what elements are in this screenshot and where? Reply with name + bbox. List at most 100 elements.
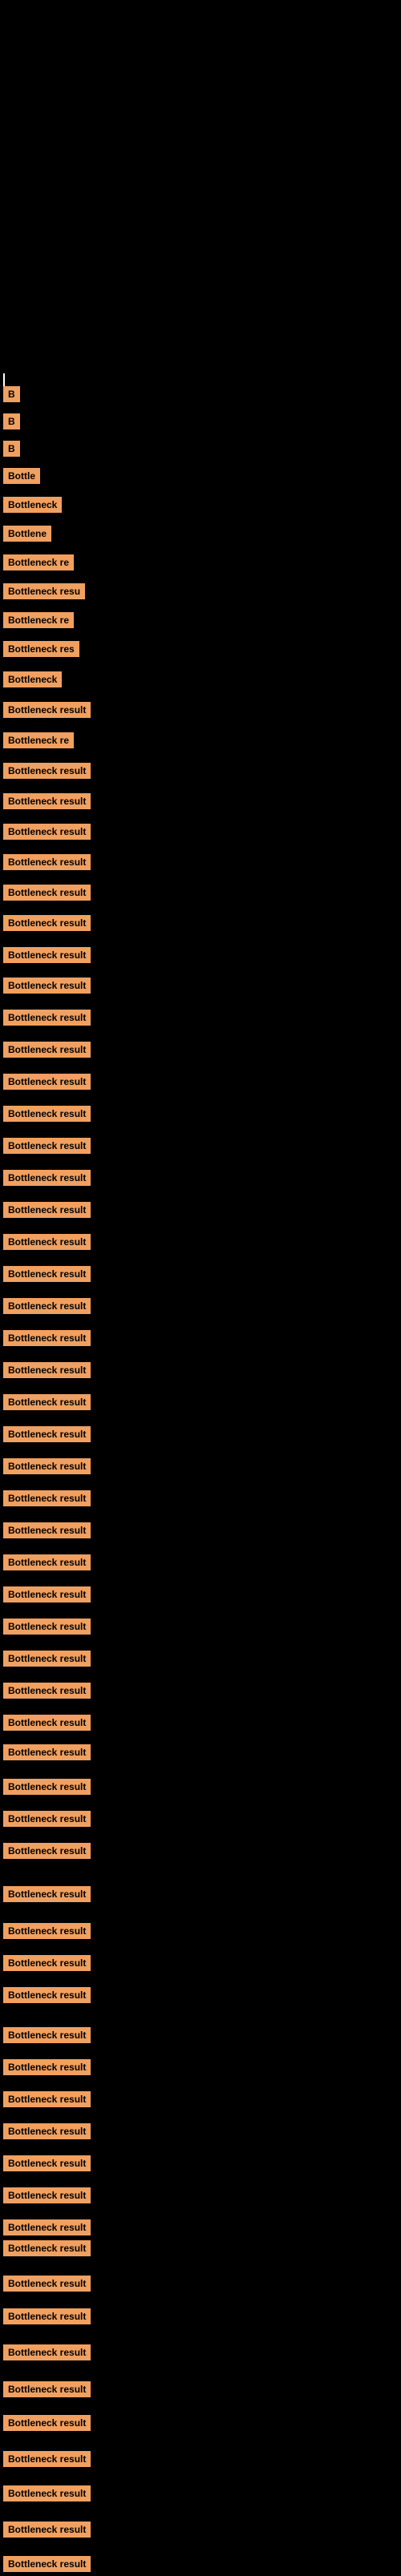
bottleneck-label-57[interactable]: Bottleneck result <box>3 2187 91 2203</box>
bottleneck-label-46[interactable]: Bottleneck result <box>3 1811 91 1827</box>
bottleneck-label-5[interactable]: Bottlene <box>3 526 51 542</box>
bottleneck-label-13[interactable]: Bottleneck result <box>3 763 91 779</box>
bottleneck-label-1[interactable]: B <box>3 413 20 429</box>
bottleneck-label-container-33: Bottleneck result <box>3 1394 91 1414</box>
bottleneck-label-37[interactable]: Bottleneck result <box>3 1522 91 1538</box>
bottleneck-label-container-26: Bottleneck result <box>3 1170 91 1190</box>
bottleneck-label-41[interactable]: Bottleneck result <box>3 1651 91 1667</box>
bottleneck-label-59[interactable]: Bottleneck result <box>3 2240 91 2256</box>
bottleneck-label-container-31: Bottleneck result <box>3 1330 91 1350</box>
bottleneck-label-container-2: B <box>3 441 20 461</box>
bottleneck-label-33[interactable]: Bottleneck result <box>3 1394 91 1410</box>
bottleneck-label-55[interactable]: Bottleneck result <box>3 2123 91 2139</box>
bottleneck-label-39[interactable]: Bottleneck result <box>3 1586 91 1602</box>
bottleneck-label-container-58: Bottleneck result <box>3 2219 91 2239</box>
bottleneck-label-container-19: Bottleneck result <box>3 947 91 967</box>
bottleneck-label-44[interactable]: Bottleneck result <box>3 1744 91 1760</box>
bottleneck-label-66[interactable]: Bottleneck result <box>3 2485 91 2501</box>
bottleneck-label-container-7: Bottleneck resu <box>3 583 85 603</box>
bottleneck-label-9[interactable]: Bottleneck res <box>3 641 79 657</box>
bottleneck-label-47[interactable]: Bottleneck result <box>3 1843 91 1859</box>
bottleneck-label-container-52: Bottleneck result <box>3 2027 91 2047</box>
bottleneck-label-32[interactable]: Bottleneck result <box>3 1362 91 1378</box>
bottleneck-label-34[interactable]: Bottleneck result <box>3 1426 91 1442</box>
bottleneck-label-27[interactable]: Bottleneck result <box>3 1202 91 1218</box>
bottleneck-label-68[interactable]: Bottleneck result <box>3 2556 91 2572</box>
bottleneck-label-53[interactable]: Bottleneck result <box>3 2059 91 2075</box>
bottleneck-label-container-18: Bottleneck result <box>3 915 91 935</box>
bottleneck-label-49[interactable]: Bottleneck result <box>3 1923 91 1939</box>
bottleneck-label-64[interactable]: Bottleneck result <box>3 2415 91 2431</box>
bottleneck-label-container-30: Bottleneck result <box>3 1298 91 1318</box>
bottleneck-label-container-0: B <box>3 386 20 406</box>
bottleneck-label-31[interactable]: Bottleneck result <box>3 1330 91 1346</box>
bottleneck-label-26[interactable]: Bottleneck result <box>3 1170 91 1186</box>
bottleneck-label-container-56: Bottleneck result <box>3 2155 91 2175</box>
bottleneck-label-container-64: Bottleneck result <box>3 2415 91 2435</box>
bottleneck-label-29[interactable]: Bottleneck result <box>3 1266 91 1282</box>
bottleneck-label-2[interactable]: B <box>3 441 20 457</box>
bottleneck-label-60[interactable]: Bottleneck result <box>3 2276 91 2292</box>
bottleneck-label-8[interactable]: Bottleneck re <box>3 612 74 628</box>
bottleneck-label-25[interactable]: Bottleneck result <box>3 1138 91 1154</box>
bottleneck-label-24[interactable]: Bottleneck result <box>3 1106 91 1122</box>
bottleneck-label-4[interactable]: Bottleneck <box>3 497 62 513</box>
bottleneck-label-container-10: Bottleneck <box>3 671 62 691</box>
bottleneck-label-10[interactable]: Bottleneck <box>3 671 62 687</box>
bottleneck-label-65[interactable]: Bottleneck result <box>3 2451 91 2467</box>
bottleneck-label-52[interactable]: Bottleneck result <box>3 2027 91 2043</box>
bottleneck-label-15[interactable]: Bottleneck result <box>3 824 91 840</box>
bottleneck-label-0[interactable]: B <box>3 386 20 402</box>
bottleneck-label-42[interactable]: Bottleneck result <box>3 1683 91 1699</box>
bottleneck-label-21[interactable]: Bottleneck result <box>3 1010 91 1026</box>
bottleneck-label-container-38: Bottleneck result <box>3 1554 91 1574</box>
bottleneck-label-container-14: Bottleneck result <box>3 793 91 813</box>
bottleneck-label-container-11: Bottleneck result <box>3 702 91 722</box>
bottleneck-label-12[interactable]: Bottleneck re <box>3 732 74 748</box>
bottleneck-label-14[interactable]: Bottleneck result <box>3 793 91 809</box>
bottleneck-label-container-43: Bottleneck result <box>3 1715 91 1735</box>
bottleneck-label-container-66: Bottleneck result <box>3 2485 91 2505</box>
bottleneck-label-container-29: Bottleneck result <box>3 1266 91 1286</box>
bottleneck-label-22[interactable]: Bottleneck result <box>3 1042 91 1058</box>
bottleneck-label-container-53: Bottleneck result <box>3 2059 91 2079</box>
bottleneck-label-62[interactable]: Bottleneck result <box>3 2344 91 2360</box>
bottleneck-label-19[interactable]: Bottleneck result <box>3 947 91 963</box>
bottleneck-label-container-8: Bottleneck re <box>3 612 74 632</box>
bottleneck-label-63[interactable]: Bottleneck result <box>3 2381 91 2397</box>
bottleneck-label-container-49: Bottleneck result <box>3 1923 91 1943</box>
bottleneck-label-54[interactable]: Bottleneck result <box>3 2091 91 2107</box>
bottleneck-label-7[interactable]: Bottleneck resu <box>3 583 85 599</box>
bottleneck-label-11[interactable]: Bottleneck result <box>3 702 91 718</box>
bottleneck-label-container-40: Bottleneck result <box>3 1619 91 1639</box>
bottleneck-label-38[interactable]: Bottleneck result <box>3 1554 91 1570</box>
bottleneck-label-16[interactable]: Bottleneck result <box>3 854 91 870</box>
bottleneck-label-56[interactable]: Bottleneck result <box>3 2155 91 2171</box>
bottleneck-label-container-62: Bottleneck result <box>3 2344 91 2364</box>
bottleneck-label-67[interactable]: Bottleneck result <box>3 2522 91 2538</box>
bottleneck-label-40[interactable]: Bottleneck result <box>3 1619 91 1635</box>
bottleneck-label-container-6: Bottleneck re <box>3 554 74 574</box>
bottleneck-label-30[interactable]: Bottleneck result <box>3 1298 91 1314</box>
bottleneck-label-58[interactable]: Bottleneck result <box>3 2219 91 2235</box>
bottleneck-label-36[interactable]: Bottleneck result <box>3 1490 91 1506</box>
bottleneck-label-35[interactable]: Bottleneck result <box>3 1458 91 1474</box>
bottleneck-label-23[interactable]: Bottleneck result <box>3 1074 91 1090</box>
bottleneck-label-container-15: Bottleneck result <box>3 824 91 844</box>
bottleneck-label-17[interactable]: Bottleneck result <box>3 885 91 901</box>
bottleneck-label-43[interactable]: Bottleneck result <box>3 1715 91 1731</box>
bottleneck-label-18[interactable]: Bottleneck result <box>3 915 91 931</box>
bottleneck-label-28[interactable]: Bottleneck result <box>3 1234 91 1250</box>
bottleneck-label-container-41: Bottleneck result <box>3 1651 91 1671</box>
bottleneck-label-3[interactable]: Bottle <box>3 468 40 484</box>
bottleneck-label-51[interactable]: Bottleneck result <box>3 1987 91 2003</box>
bottleneck-label-50[interactable]: Bottleneck result <box>3 1955 91 1971</box>
bottleneck-label-container-37: Bottleneck result <box>3 1522 91 1542</box>
bottleneck-label-45[interactable]: Bottleneck result <box>3 1779 91 1795</box>
bottleneck-label-6[interactable]: Bottleneck re <box>3 554 74 570</box>
bottleneck-label-61[interactable]: Bottleneck result <box>3 2308 91 2324</box>
bottleneck-label-48[interactable]: Bottleneck result <box>3 1886 91 1902</box>
bottleneck-label-container-59: Bottleneck result <box>3 2240 91 2260</box>
bottleneck-label-20[interactable]: Bottleneck result <box>3 978 91 994</box>
bottleneck-label-container-36: Bottleneck result <box>3 1490 91 1510</box>
